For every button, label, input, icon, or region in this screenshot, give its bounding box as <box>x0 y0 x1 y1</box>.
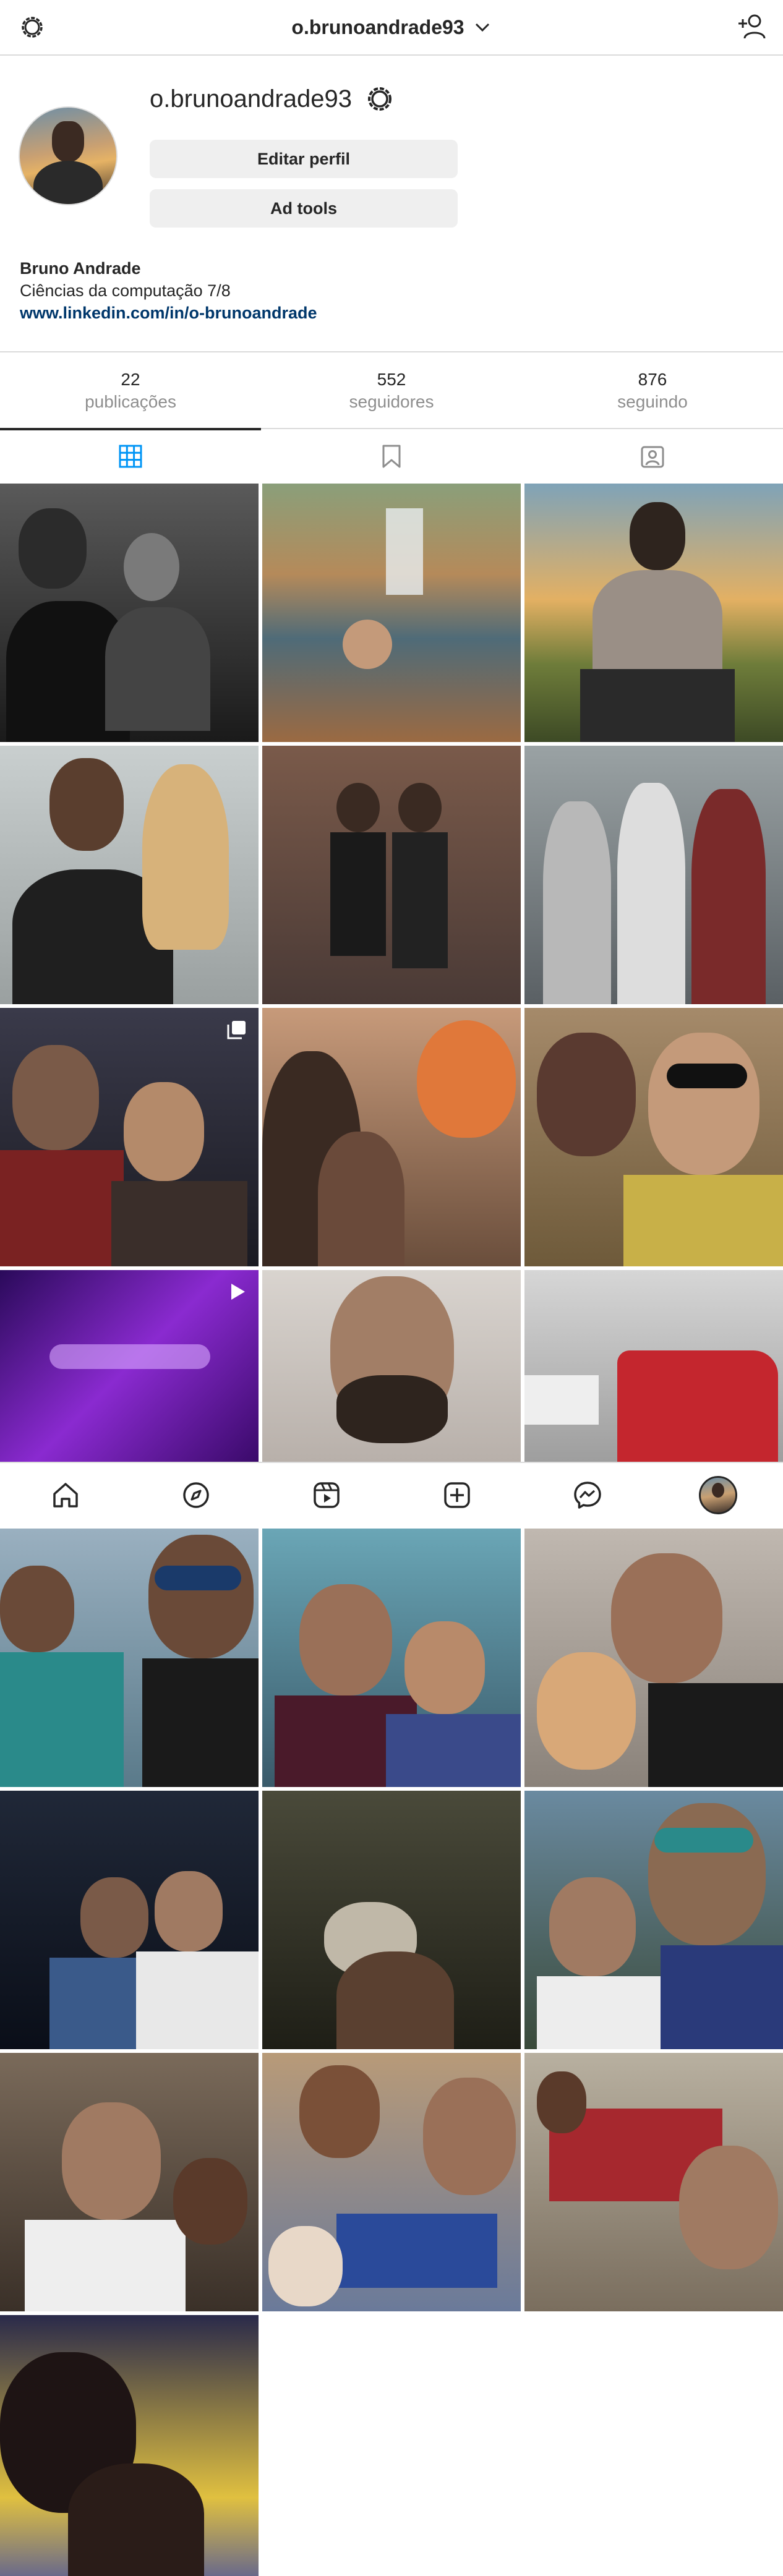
profile-avatar-icon <box>698 1476 737 1514</box>
ad-tools-button[interactable]: Ad tools <box>150 189 458 228</box>
edit-profile-button[interactable]: Editar perfil <box>150 140 458 178</box>
nav-explore[interactable] <box>130 1463 261 1527</box>
post-thumbnail[interactable] <box>262 1270 521 1462</box>
bio: Bruno Andrade Ciências da computação 7/8… <box>20 257 317 324</box>
content-tabs <box>0 428 783 484</box>
bio-link[interactable]: www.linkedin.com/in/o-brunoandrade <box>20 302 317 324</box>
post-thumbnail[interactable] <box>262 1529 521 1787</box>
tab-saved[interactable] <box>261 429 522 484</box>
post-thumbnail[interactable] <box>524 2053 783 2311</box>
home-icon <box>53 1483 78 1508</box>
profile-header: o.brunoandrade93 Editar perfil Ad tools … <box>0 56 783 351</box>
tab-tagged[interactable] <box>522 429 783 484</box>
post-thumbnail[interactable] <box>262 1791 521 2049</box>
video-icon <box>231 1284 245 1300</box>
gear-icon[interactable] <box>364 83 396 115</box>
post-thumbnail[interactable] <box>0 746 259 1004</box>
reels-icon <box>313 1482 340 1508</box>
post-thumbnail[interactable] <box>524 1270 783 1462</box>
profile-stats: 22 publicações 552 seguidores 876 seguin… <box>0 351 783 429</box>
profile-username: o.brunoandrade93 <box>150 85 352 113</box>
nav-create[interactable] <box>392 1463 522 1527</box>
profile-avatar[interactable] <box>19 106 118 205</box>
top-username: o.brunoandrade93 <box>291 15 464 38</box>
bottom-navigation <box>0 1462 783 1527</box>
messenger-icon <box>573 1482 601 1509</box>
post-thumbnail[interactable] <box>524 1008 783 1266</box>
nav-profile[interactable] <box>652 1463 783 1527</box>
chevron-down-icon <box>475 23 489 32</box>
bookmark-icon <box>382 445 401 468</box>
stat-value: 552 <box>377 370 406 389</box>
tagged-person-icon <box>641 446 664 468</box>
multiple-photos-icon <box>227 1021 246 1039</box>
post-thumbnail[interactable] <box>262 746 521 1004</box>
post-thumbnail[interactable] <box>0 1791 259 2049</box>
stat-value: 876 <box>638 370 667 389</box>
explore-compass-icon <box>182 1482 209 1508</box>
post-thumbnail[interactable] <box>0 2053 259 2311</box>
post-thumbnail[interactable] <box>0 2315 259 2576</box>
bio-text: Ciências da computação 7/8 <box>20 281 231 300</box>
post-thumbnail[interactable] <box>262 2053 521 2311</box>
create-plus-icon <box>443 1482 470 1508</box>
full-name: Bruno Andrade <box>20 259 141 278</box>
stat-followers[interactable]: 552 seguidores <box>261 352 522 429</box>
post-thumbnail[interactable] <box>262 1008 521 1266</box>
post-thumbnail[interactable] <box>524 484 783 742</box>
post-thumbnail[interactable] <box>524 1529 783 1787</box>
stat-value: 22 <box>121 370 140 389</box>
top-bar: o.brunoandrade93 <box>0 0 783 56</box>
post-thumbnail[interactable] <box>0 1529 259 1787</box>
tab-grid[interactable] <box>0 428 261 484</box>
post-thumbnail[interactable] <box>262 484 521 742</box>
add-person-icon[interactable] <box>736 11 771 43</box>
grid-icon <box>119 445 142 468</box>
post-thumbnail[interactable] <box>0 1270 259 1462</box>
post-thumbnail[interactable] <box>524 746 783 1004</box>
post-thumbnail[interactable] <box>0 1008 259 1266</box>
nav-home[interactable] <box>0 1463 130 1527</box>
stat-posts[interactable]: 22 publicações <box>0 352 261 429</box>
stat-label: seguindo <box>617 392 688 411</box>
stat-label: seguidores <box>349 392 434 411</box>
post-thumbnail[interactable] <box>0 484 259 742</box>
stat-label: publicações <box>85 392 176 411</box>
stat-following[interactable]: 876 seguindo <box>522 352 783 429</box>
account-switcher[interactable]: o.brunoandrade93 <box>0 0 783 54</box>
post-thumbnail[interactable] <box>524 1791 783 2049</box>
nav-reels[interactable] <box>261 1463 392 1527</box>
nav-messenger[interactable] <box>522 1463 652 1527</box>
